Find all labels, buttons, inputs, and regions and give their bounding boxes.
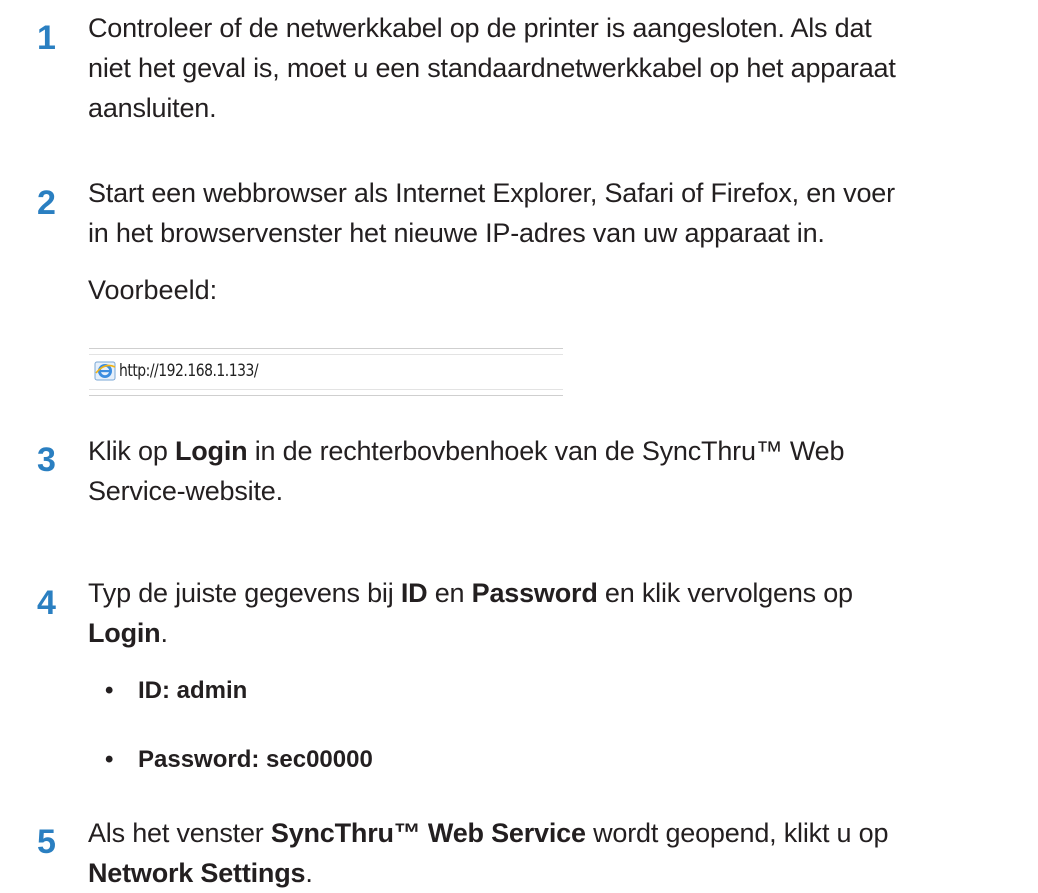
bullet-icon: • [105,746,114,773]
browser-address-bar[interactable]: http://192.168.1.133/ [89,348,563,396]
bold-text: SyncThru™ Web Service [270,818,586,848]
text-run: Als het venster [88,818,271,848]
text-run: wordt geopend, klikt u op [585,818,889,848]
step-text-line: Typ de juiste gegevens bij ID en Passwor… [88,573,1028,613]
text-run: en klik vervolgens op [597,578,853,608]
step-text: Klik op Login in de rechterbovbenhoek va… [88,431,1028,511]
bullet-icon: • [105,677,114,704]
internet-explorer-icon [94,360,116,382]
bold-text: Login [174,436,248,466]
step-number: 4 [37,584,56,622]
step-text-line: in het browservenster het nieuwe IP-adre… [88,218,825,248]
step-text: Typ de juiste gegevens bij ID en Passwor… [88,573,1028,653]
step-text-line: Als het venster SyncThru™ Web Service wo… [88,813,1028,853]
step-text: Start een webbrowser als Internet Explor… [88,173,1028,253]
step-text-line: niet het geval is, moet u een standaardn… [88,53,896,83]
step-text-line: Login. [88,613,1028,653]
step-number: 1 [37,19,56,57]
step-text-line: Start een webbrowser als Internet Explor… [88,178,895,208]
bullet-item-password: Password: sec00000 [138,746,373,773]
bold-text: Password [471,578,598,608]
text-run: in de rechterbovbenhoek van de SyncThru™… [247,436,845,466]
text-run: . [305,858,313,888]
bold-text: ID [400,578,428,608]
step-text: Als het venster SyncThru™ Web Service wo… [88,813,1028,893]
text-run: en [427,578,472,608]
step-text-line: Service-website. [88,476,283,506]
step-number: 5 [37,823,56,861]
text-run: Klik op [88,436,175,466]
address-bar-url: http://192.168.1.133/ [119,361,259,381]
step-number: 2 [37,184,56,222]
bold-text: Login [88,618,161,648]
bullet-item-id: ID: admin [138,677,248,704]
step-number: 3 [37,441,56,479]
text-run: Typ de juiste gegevens bij [88,578,401,608]
text-run: . [160,618,168,648]
bold-text: Network Settings [88,858,306,888]
step-text-line: Klik op Login in de rechterbovbenhoek va… [88,431,1028,471]
example-label: Voorbeeld: [88,275,218,305]
step-text-line: Controleer of de netwerkkabel op de prin… [88,13,872,43]
step-text-line: aansluiten. [88,93,217,123]
step-text-line: Network Settings. [88,853,1028,893]
step-text: Controleer of de netwerkkabel op de prin… [88,8,1028,128]
